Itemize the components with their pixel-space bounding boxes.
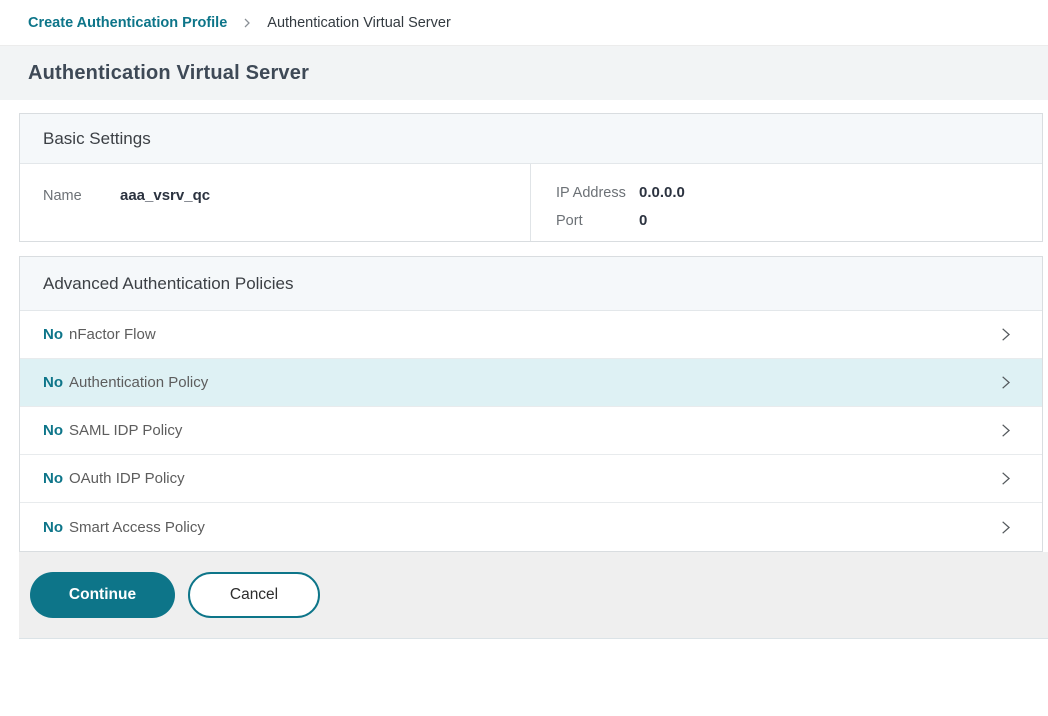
advanced-policies-header: Advanced Authentication Policies [20,257,1042,311]
breadcrumb-current: Authentication Virtual Server [267,15,451,31]
ip-address-label: IP Address [556,180,639,207]
chevron-right-icon [997,470,1014,487]
policy-label: Authentication Policy [69,374,208,391]
continue-button[interactable]: Continue [30,572,175,618]
basic-settings-header: Basic Settings [20,114,1042,164]
basic-settings-body: Name aaa_vsrv_qc IP Address 0.0.0.0 Port… [20,164,1042,241]
ip-address-value: 0.0.0.0 [639,179,685,206]
basic-settings-address-cell: IP Address 0.0.0.0 Port 0 [530,164,1042,241]
cancel-button[interactable]: Cancel [188,572,320,618]
policy-row-authentication-policy[interactable]: No Authentication Policy [20,359,1042,407]
basic-settings-panel: Basic Settings Name aaa_vsrv_qc IP Addre… [19,113,1043,242]
name-value: aaa_vsrv_qc [120,182,210,209]
policy-count: No [43,470,63,487]
port-label: Port [556,208,639,235]
port-value: 0 [639,207,647,234]
name-label: Name [43,183,100,210]
breadcrumb-link-create-authentication-profile[interactable]: Create Authentication Profile [28,15,227,31]
policy-count: No [43,374,63,391]
policy-count: No [43,519,63,536]
policy-row-nfactor-flow[interactable]: No nFactor Flow [20,311,1042,359]
policy-label: Smart Access Policy [69,519,205,536]
policy-count: No [43,422,63,439]
policy-label: OAuth IDP Policy [69,470,185,487]
policy-count: No [43,326,63,343]
main-content: Basic Settings Name aaa_vsrv_qc IP Addre… [0,100,1048,552]
policy-label: nFactor Flow [69,326,156,343]
chevron-right-icon [997,422,1014,439]
chevron-right-icon [997,326,1014,343]
ip-address-field: IP Address 0.0.0.0 [556,179,1042,207]
chevron-right-icon [997,374,1014,391]
policy-row-oauth-idp-policy[interactable]: No OAuth IDP Policy [20,455,1042,503]
advanced-policies-panel: Advanced Authentication Policies No nFac… [19,256,1043,552]
policy-label: SAML IDP Policy [69,422,182,439]
action-strip: Continue Cancel [19,552,1048,639]
basic-settings-name-cell: Name aaa_vsrv_qc [20,164,530,241]
page-title: Authentication Virtual Server [28,62,309,85]
policy-row-smart-access-policy[interactable]: No Smart Access Policy [20,503,1042,551]
policy-row-saml-idp-policy[interactable]: No SAML IDP Policy [20,407,1042,455]
page-title-band: Authentication Virtual Server [0,46,1048,100]
name-field: Name aaa_vsrv_qc [43,182,530,210]
chevron-right-icon [997,519,1014,536]
port-field: Port 0 [556,207,1042,235]
breadcrumb: Create Authentication Profile Authentica… [0,0,1048,46]
chevron-right-separator-icon [241,17,253,29]
